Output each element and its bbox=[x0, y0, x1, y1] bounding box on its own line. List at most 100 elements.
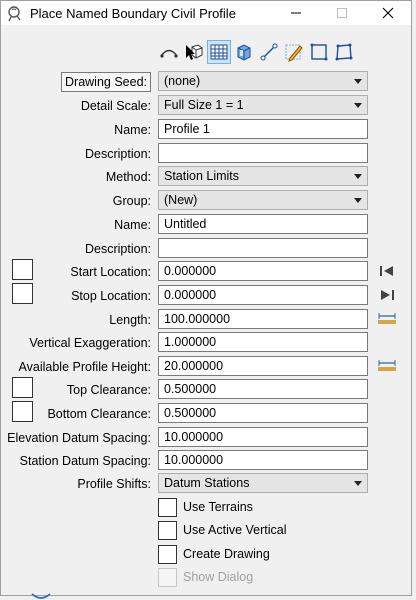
close-button[interactable] bbox=[365, 1, 411, 25]
use-active-vertical-checkbox[interactable]: Use Active Vertical bbox=[158, 519, 287, 541]
length-field[interactable]: 100.000000 bbox=[158, 309, 368, 329]
box-3d-icon bbox=[237, 44, 251, 61]
detail-scale-label: Detail Scale: bbox=[80, 99, 151, 113]
start-location-field[interactable]: 0.000000 bbox=[158, 261, 368, 281]
profile-curve-icon bbox=[160, 49, 178, 58]
measure-distance-icon[interactable] bbox=[377, 358, 397, 374]
group-name-label: Name: bbox=[114, 218, 151, 232]
bottom-clearance-lock-checkbox[interactable] bbox=[12, 401, 33, 422]
name-field[interactable]: Profile 1 bbox=[158, 119, 368, 139]
drawing-seed-row: Drawing Seed: (none) bbox=[1, 71, 413, 93]
station-datum-spacing-label: Station Datum Spacing: bbox=[19, 454, 151, 468]
method-select[interactable]: Station Limits bbox=[158, 166, 368, 186]
use-terrains-label: Use Terrains bbox=[183, 500, 253, 514]
top-clearance-field[interactable]: 0.500000 bbox=[158, 379, 368, 399]
measure-distance-icon[interactable] bbox=[377, 311, 397, 327]
maximize-button[interactable] bbox=[319, 1, 365, 25]
use-active-vertical-box[interactable] bbox=[158, 520, 177, 540]
stop-location-row: Stop Location: 0.000000 bbox=[1, 283, 413, 307]
stop-location-label: Stop Location: bbox=[71, 289, 151, 303]
tool-shape[interactable] bbox=[332, 40, 356, 64]
start-location-row: Start Location: 0.000000 bbox=[1, 259, 413, 283]
available-profile-height-field[interactable]: 20.000000 bbox=[158, 356, 368, 376]
minimize-button[interactable] bbox=[273, 1, 319, 25]
group-name-field[interactable]: Untitled bbox=[158, 214, 368, 234]
civil-profile-app-icon bbox=[8, 6, 21, 22]
tool-3d-box[interactable] bbox=[232, 40, 256, 64]
detail-scale-value: Full Size 1 = 1 bbox=[164, 98, 244, 112]
group-description-field[interactable] bbox=[158, 238, 368, 258]
show-dialog-box bbox=[158, 567, 177, 587]
available-profile-height-row: Available Profile Height: 20.000000 bbox=[1, 356, 413, 378]
drawing-seed-label[interactable]: Drawing Seed: bbox=[61, 72, 151, 92]
use-active-vertical-label: Use Active Vertical bbox=[183, 523, 287, 537]
top-clearance-lock-checkbox[interactable] bbox=[12, 377, 33, 398]
tool-pencil[interactable] bbox=[282, 40, 306, 64]
vertical-exaggeration-field[interactable]: 1.000000 bbox=[158, 332, 368, 352]
tool-square[interactable] bbox=[307, 40, 331, 64]
stop-location-field[interactable]: 0.000000 bbox=[158, 285, 368, 305]
drawing-seed-select[interactable]: (none) bbox=[158, 71, 368, 91]
group-select[interactable]: (New) bbox=[158, 190, 368, 210]
top-clearance-row: Top Clearance: 0.500000 bbox=[1, 377, 413, 401]
length-row: Length: 100.000000 bbox=[1, 309, 413, 331]
available-profile-height-label: Available Profile Height: bbox=[18, 360, 151, 374]
close-icon bbox=[382, 7, 394, 19]
tool-select-element[interactable] bbox=[182, 40, 206, 64]
detail-scale-select[interactable]: Full Size 1 = 1 bbox=[158, 95, 368, 115]
stop-location-lock-checkbox[interactable] bbox=[12, 283, 33, 304]
tool-civil-profile[interactable] bbox=[157, 40, 181, 64]
start-location-lock-checkbox[interactable] bbox=[12, 259, 33, 280]
name-row: Name: Profile 1 bbox=[1, 119, 413, 141]
shape-icon bbox=[335, 43, 353, 61]
go-to-end-icon[interactable] bbox=[377, 287, 397, 303]
profile-shifts-label: Profile Shifts: bbox=[77, 477, 151, 491]
top-clearance-label: Top Clearance: bbox=[66, 383, 151, 397]
partial-toolbar-icon bbox=[31, 593, 51, 599]
chevron-down-icon bbox=[354, 198, 362, 203]
method-value: Station Limits bbox=[164, 169, 240, 183]
window-title: Place Named Boundary Civil Profile bbox=[30, 5, 236, 21]
line-icon bbox=[260, 43, 278, 61]
method-label: Method: bbox=[105, 170, 151, 184]
go-to-start-icon[interactable] bbox=[377, 263, 397, 279]
tool-line[interactable] bbox=[257, 40, 281, 64]
elevation-datum-spacing-row: Elevation Datum Spacing: 10.000000 bbox=[1, 427, 413, 449]
group-description-label: Description: bbox=[85, 242, 151, 256]
description-field[interactable] bbox=[158, 143, 368, 163]
group-label: Group: bbox=[112, 194, 151, 208]
start-location-label: Start Location: bbox=[70, 265, 151, 279]
method-row: Method: Station Limits bbox=[1, 166, 413, 188]
group-row: Group: (New) bbox=[1, 190, 413, 212]
title-bar: Place Named Boundary Civil Profile bbox=[1, 1, 411, 25]
group-value: (New) bbox=[164, 193, 198, 207]
bottom-clearance-label: Bottom Clearance: bbox=[47, 407, 151, 421]
profile-shifts-select[interactable]: Datum Stations bbox=[158, 473, 368, 493]
grid-icon bbox=[210, 44, 228, 60]
profile-toolbar bbox=[157, 40, 356, 66]
use-terrains-box[interactable] bbox=[158, 497, 177, 517]
chevron-down-icon bbox=[354, 79, 362, 84]
station-datum-spacing-field[interactable]: 10.000000 bbox=[158, 450, 368, 470]
bottom-clearance-row: Bottom Clearance: 0.500000 bbox=[1, 401, 413, 425]
cube-cursor-icon bbox=[186, 44, 203, 60]
create-drawing-box[interactable] bbox=[158, 544, 177, 564]
create-drawing-checkbox[interactable]: Create Drawing bbox=[158, 543, 270, 565]
elevation-datum-spacing-label: Elevation Datum Spacing: bbox=[7, 431, 151, 445]
elevation-datum-spacing-field[interactable]: 10.000000 bbox=[158, 427, 368, 447]
dialog-window: Place Named Boundary Civil Profile Drawi… bbox=[0, 0, 412, 596]
show-dialog-label: Show Dialog bbox=[183, 570, 254, 584]
maximize-icon bbox=[337, 8, 347, 18]
square-icon bbox=[310, 43, 328, 61]
detail-scale-row: Detail Scale: Full Size 1 = 1 bbox=[1, 95, 413, 117]
chevron-down-icon bbox=[354, 174, 362, 179]
create-drawing-label: Create Drawing bbox=[183, 547, 270, 561]
bottom-clearance-field[interactable]: 0.500000 bbox=[158, 403, 368, 423]
drawing-seed-value: (none) bbox=[164, 74, 201, 88]
tool-grid[interactable] bbox=[207, 40, 231, 64]
profile-shifts-value: Datum Stations bbox=[164, 476, 250, 490]
use-terrains-checkbox[interactable]: Use Terrains bbox=[158, 496, 253, 518]
description-label: Description: bbox=[85, 147, 151, 161]
chevron-down-icon bbox=[354, 103, 362, 108]
group-name-row: Name: Untitled bbox=[1, 214, 413, 236]
